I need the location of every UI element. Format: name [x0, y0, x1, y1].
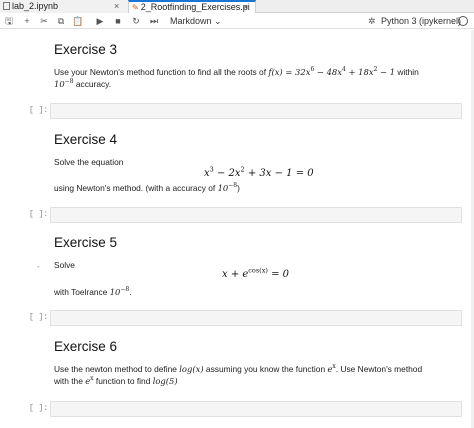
exercise-3-text: Use your Newton's method function to fin… — [54, 66, 459, 90]
kernel-gear-icon[interactable]: ✲ — [368, 13, 376, 29]
tab-lab-2[interactable]: lab_2.ipynb × — [0, 0, 128, 13]
exercise-4-intro: Solve the equation — [54, 157, 124, 167]
cut-icon[interactable]: ✂ — [38, 13, 50, 29]
kernel-status-icon — [458, 16, 468, 26]
cell-type-select[interactable]: Markdown ⌄ — [170, 13, 222, 29]
add-cell-icon[interactable]: + — [21, 13, 33, 29]
paste-icon[interactable]: 📋 — [72, 13, 84, 29]
cell-type-label: Markdown — [170, 16, 212, 26]
text: function to find — [93, 376, 153, 386]
text: accuracy. — [73, 79, 112, 89]
math-tol: 10−8 — [54, 79, 74, 89]
run-icon[interactable]: ▶ — [94, 13, 106, 29]
heading-exercise-5: Exercise 5 — [54, 235, 118, 250]
notebook-panel: Exercise 3 Use your Newton's method func… — [0, 30, 474, 428]
text: using Newton's method. (with a accuracy … — [54, 183, 218, 193]
math-fx: f(x) = 32x6 − 48x4 + 18x2 − 1 — [268, 67, 395, 77]
text: ) — [237, 183, 240, 193]
code-cell-input[interactable] — [50, 310, 462, 326]
markdown-cell-exercise-6[interactable]: Exercise 6 — [54, 339, 459, 354]
math: x + e — [222, 269, 249, 280]
exp: cos(x) — [248, 266, 268, 275]
exp: −8 — [64, 78, 74, 86]
notebook-toolbar: 🖫 + ✂ ⧉ 📋 ▶ ■ ↻ ⏭ Markdown ⌄ ✲ Python 3 … — [0, 13, 474, 29]
tab-bar: lab_2.ipynb × ✎ 2_Rootfinding_Exercises.p… — [0, 0, 474, 14]
math: 10 — [54, 79, 65, 89]
equation-polynomial: x3 − 2x2 + 3x − 1 = 0 — [204, 166, 314, 179]
tab-label: lab_2.ipynb — [12, 1, 59, 11]
math: f(x) = 32x — [268, 67, 311, 77]
math-ex: ex — [85, 376, 93, 386]
collapse-marker[interactable]: - — [37, 262, 40, 271]
math: − 1 — [377, 67, 396, 77]
math: − 2x — [213, 168, 241, 179]
heading-exercise-4: Exercise 4 — [54, 132, 118, 147]
exp: −8 — [120, 286, 130, 294]
close-icon[interactable]: × — [243, 2, 248, 13]
kernel-name[interactable]: Python 3 (ipykernel) — [381, 13, 461, 29]
text: with the — [54, 376, 86, 386]
text: assuming you know the function — [203, 364, 328, 374]
math: − 48x — [314, 67, 342, 77]
math-log5: log(5) — [152, 376, 178, 386]
math-ex: ex — [327, 364, 335, 374]
heading-exercise-3: Exercise 3 — [54, 42, 118, 57]
code-cell-input[interactable] — [50, 401, 462, 417]
text: . Use Newton's method — [335, 364, 423, 374]
cell-prompt: [ ]: — [29, 210, 49, 219]
text: . — [129, 287, 132, 297]
markdown-cell-exercise-4[interactable]: Exercise 4 — [54, 132, 459, 147]
cell-prompt: [ ]: — [29, 106, 49, 115]
exercise-6-text: Use the newton method to define log(x) a… — [54, 363, 459, 387]
exercise-5-tolerance: with Toelrance 10−8. — [54, 286, 459, 298]
restart-run-all-icon[interactable]: ⏭ — [148, 13, 160, 29]
stop-icon[interactable]: ■ — [112, 13, 124, 29]
math: + 18x — [345, 67, 374, 77]
text: with Toelrance — [54, 287, 110, 297]
cell-prompt: [ ]: — [29, 313, 49, 322]
code-cell-input[interactable] — [50, 103, 462, 119]
text: within — [395, 67, 419, 77]
math: + 3x − 1 = 0 — [244, 168, 314, 179]
markdown-cell-exercise-5[interactable]: Exercise 5 — [54, 235, 459, 250]
copy-icon[interactable]: ⧉ — [55, 13, 67, 29]
math-tol: 10−8 — [218, 183, 238, 193]
close-icon[interactable]: × — [114, 0, 119, 13]
save-icon[interactable]: 🖫 — [3, 13, 15, 29]
heading-exercise-6: Exercise 6 — [54, 339, 118, 354]
text: Use your Newton's method function to fin… — [54, 67, 269, 77]
restart-icon[interactable]: ↻ — [130, 13, 142, 29]
python-file-icon: ✎ — [132, 3, 139, 12]
math: = 0 — [267, 269, 290, 280]
exp: −8 — [228, 182, 238, 190]
equation-exponential: x + ecos(x) = 0 — [222, 266, 290, 280]
math: 10 — [109, 287, 121, 297]
math-tol: 10−8 — [110, 287, 130, 297]
tab-label: 2_Rootfinding_Exercises.pi — [140, 2, 250, 12]
tab-rootfinding[interactable]: ✎ 2_Rootfinding_Exercises.pi × — [128, 0, 256, 14]
notebook-icon — [3, 2, 10, 10]
markdown-cell-exercise-3[interactable]: Exercise 3 — [54, 42, 459, 57]
code-cell-input[interactable] — [50, 207, 462, 223]
math: 10 — [217, 183, 229, 193]
cell-prompt: [ ]: — [29, 404, 49, 413]
text: Use the newton method to define — [54, 364, 180, 374]
exercise-4-method: using Newton's method. (with a accuracy … — [54, 182, 459, 194]
chevron-down-icon: ⌄ — [214, 16, 222, 26]
math-log: log(x) — [179, 364, 204, 374]
